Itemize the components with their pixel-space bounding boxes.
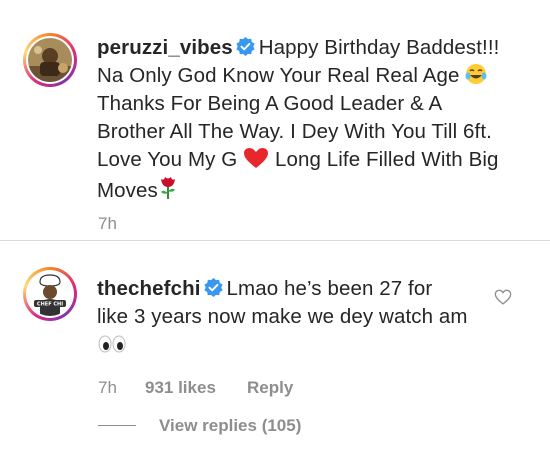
tears-of-joy-emoji	[465, 64, 487, 84]
comment-text: peruzzi_vibes Happy Birthday Baddest!!! N…	[97, 34, 527, 205]
view-replies-line	[98, 425, 136, 426]
comment-line: Long Life Filled With Big	[274, 148, 499, 171]
avatar-thechefchi[interactable]: CHEF CHI	[23, 267, 77, 321]
comment-time: 7h	[98, 214, 117, 233]
rose-emoji	[160, 177, 175, 199]
likes-count[interactable]: 931 likes	[145, 378, 216, 398]
comment-line: like 3 years now make we dey watch am	[97, 305, 468, 328]
comment-line: Happy Birthday Baddest!!!	[258, 36, 500, 59]
comment-thechefchi: CHEF CHI thechefchi Lmao he’s been 27 for…	[0, 241, 550, 451]
view-replies-button[interactable]: View replies (105)	[159, 416, 301, 436]
comment-line: Lmao he’s been 27 for	[226, 277, 433, 300]
comment-line: Moves	[97, 179, 158, 202]
red-heart-emoji	[244, 148, 269, 168]
reply-button[interactable]: Reply	[247, 378, 293, 398]
avatar-logo-text: CHEF CHI	[37, 302, 63, 308]
eyes-emoji	[98, 335, 126, 353]
comment-line: Na Only God Know Your Real Real Age	[97, 64, 460, 87]
username[interactable]: thechefchi	[97, 277, 201, 300]
avatar-peruzzi[interactable]	[23, 33, 77, 87]
comment-line: Thanks For Being A Good Leader & A	[97, 92, 443, 115]
comment-time: 7h	[98, 378, 117, 397]
comment-text: thechefchi Lmao he’s been 27 for like 3 y…	[97, 275, 527, 359]
avatar-image: CHEF CHI	[28, 272, 72, 316]
avatar-image	[28, 38, 72, 82]
verified-badge-icon	[203, 278, 223, 297]
comment-peruzzi: peruzzi_vibes Happy Birthday Baddest!!! N…	[0, 0, 550, 240]
comment-line: Brother All The Way. I Dey With You Till…	[97, 120, 492, 143]
comment-line: Love You My G	[97, 148, 238, 171]
verified-badge-icon	[236, 37, 255, 56]
like-heart-icon[interactable]	[494, 289, 512, 305]
username[interactable]: peruzzi_vibes	[97, 36, 233, 59]
